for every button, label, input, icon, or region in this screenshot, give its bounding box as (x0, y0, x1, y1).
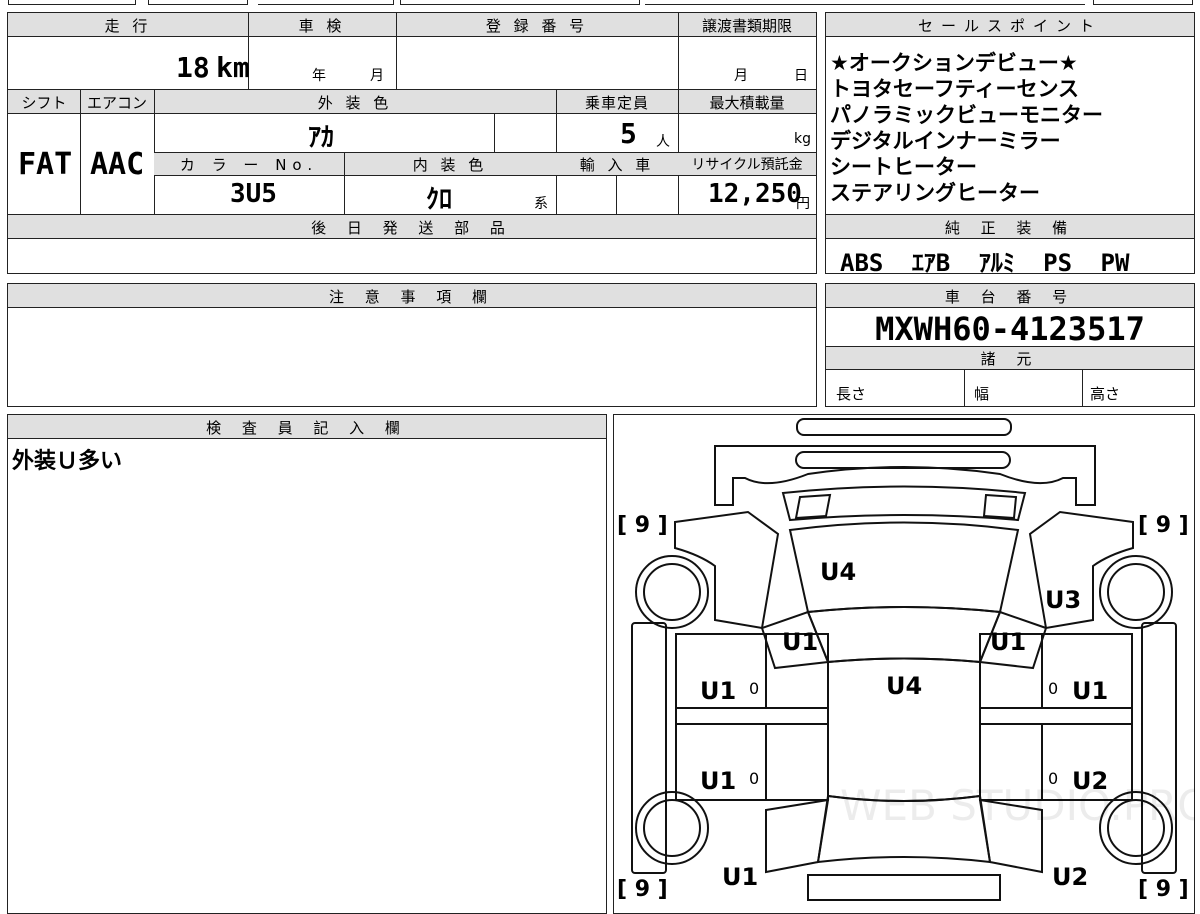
transfer-month-unit: 月 (734, 68, 748, 84)
chassis-box: 車 台 番 号 MXWH60-4123517 諸 元 長さ 幅 高さ (825, 283, 1195, 407)
capacity-label: 乗車定員 (584, 94, 649, 112)
mark-fl-corner: [ 9 ] (617, 513, 668, 538)
equipment-ps: PS (1043, 249, 1073, 277)
interior-suffix: 系 (534, 196, 548, 212)
damage-diagram: [ 9 ] [ 9 ] [ 9 ] [ 9 ] U4 U3 U1 U1 U4 U… (613, 414, 1195, 914)
interior-label: 内 装 色 (412, 156, 488, 174)
inspector-comment: 外装Ｕ多い (12, 449, 123, 474)
capacity-value: 5 (620, 117, 637, 150)
load-label: 最大積載量 (709, 94, 785, 112)
transfer-day-unit: 日 (794, 68, 808, 84)
mileage-value: 18 (176, 51, 210, 84)
top-strip (0, 0, 1200, 6)
equipment-pw: PW (1100, 249, 1130, 277)
interior-value: ｸﾛ (426, 185, 453, 215)
mark-right-pillar: U1 (990, 628, 1026, 656)
mark-hood: U4 (820, 558, 856, 586)
vehicle-info-grid: 走 行 車 検 登 録 番 号 譲渡書類期限 18 km 年 月 月 日 シフト… (7, 12, 817, 274)
sales-points-label: セールスポイント (917, 17, 1102, 35)
equipment-list: ABS ｴｱB ｱﾙﾐ PS PW (840, 243, 1129, 278)
equipment-abs: ABS (840, 249, 884, 277)
notes-box: 注 意 事 項 欄 (7, 283, 817, 407)
import-label: 輸 入 車 (579, 156, 655, 174)
length-label: 長さ (836, 385, 867, 403)
exterior-label: 外 装 色 (317, 94, 393, 112)
ac-value: AAC (90, 147, 145, 182)
shaken-month-unit: 月 (370, 68, 384, 84)
transfer-label: 譲渡書類期限 (701, 17, 792, 35)
width-label: 幅 (974, 385, 990, 403)
mark-fr-corner: [ 9 ] (1138, 513, 1189, 538)
mileage-label: 走 行 (104, 17, 152, 35)
mark-roof: U4 (886, 672, 922, 700)
sales-point-6: ステアリングヒーター (830, 181, 1040, 205)
color-no-value: 3U5 (230, 179, 277, 209)
exterior-value: ｱｶ (308, 123, 335, 153)
mileage-unit: km (216, 51, 250, 84)
recycle-value: 12,250 (708, 179, 802, 209)
equipment-airbag: ｴｱB (911, 249, 951, 277)
specs-label: 諸 元 (980, 350, 1040, 368)
shift-value: FAT (18, 147, 73, 182)
capacity-unit: 人 (656, 134, 670, 150)
car-diagram-svg: [ 9 ] [ 9 ] [ 9 ] [ 9 ] U4 U3 U1 U1 U4 U… (617, 417, 1195, 902)
watermark: WEB STUDIO.PRO (840, 781, 1195, 830)
mark-left-front-door: U1 (700, 677, 736, 705)
color-no-label: カ ラ ー No. (179, 156, 319, 174)
mark-left-pillar: U1 (782, 628, 818, 656)
registration-label: 登 録 番 号 (485, 17, 589, 35)
recycle-label: リサイクル預託金 (691, 157, 803, 173)
shaken-label: 車 検 (298, 17, 346, 35)
sales-points-box: セールスポイント ★オークションデビュー★ トヨタセーフティーセンス パノラミッ… (825, 12, 1195, 277)
mark-left-rear-door: U1 (700, 767, 736, 795)
chassis-label: 車 台 番 号 (944, 288, 1076, 306)
height-label: 高さ (1090, 385, 1121, 403)
chassis-number: MXWH60-4123517 (875, 310, 1145, 348)
mark-left-rear-door-small: 0 (749, 769, 759, 788)
later-parts-label: 後 日 発 送 部 品 (311, 219, 513, 237)
equipment-alloy: ｱﾙﾐ (978, 249, 1015, 277)
mark-right-rear-fender: U2 (1052, 863, 1088, 891)
ac-label: エアコン (86, 94, 147, 112)
mark-rl-corner: [ 9 ] (617, 877, 668, 902)
load-unit: kg (794, 131, 811, 147)
shift-label: シフト (21, 94, 67, 112)
mark-right-front-door: U1 (1072, 677, 1108, 705)
recycle-unit: 円 (796, 196, 810, 212)
mark-front-right-fender: U3 (1045, 586, 1081, 614)
mark-rr-corner: [ 9 ] (1138, 877, 1189, 902)
equipment-label: 純 正 装 備 (944, 219, 1076, 237)
inspector-label: 検 査 員 記 入 欄 (206, 419, 408, 437)
mark-left-rear-fender: U1 (722, 863, 758, 891)
notes-label: 注 意 事 項 欄 (328, 288, 496, 306)
inspector-box: 検 査 員 記 入 欄 外装Ｕ多い (7, 414, 607, 914)
mark-right-front-door-small: 0 (1048, 679, 1058, 698)
mark-left-front-door-small: 0 (749, 679, 759, 698)
shaken-year-unit: 年 (312, 68, 326, 84)
